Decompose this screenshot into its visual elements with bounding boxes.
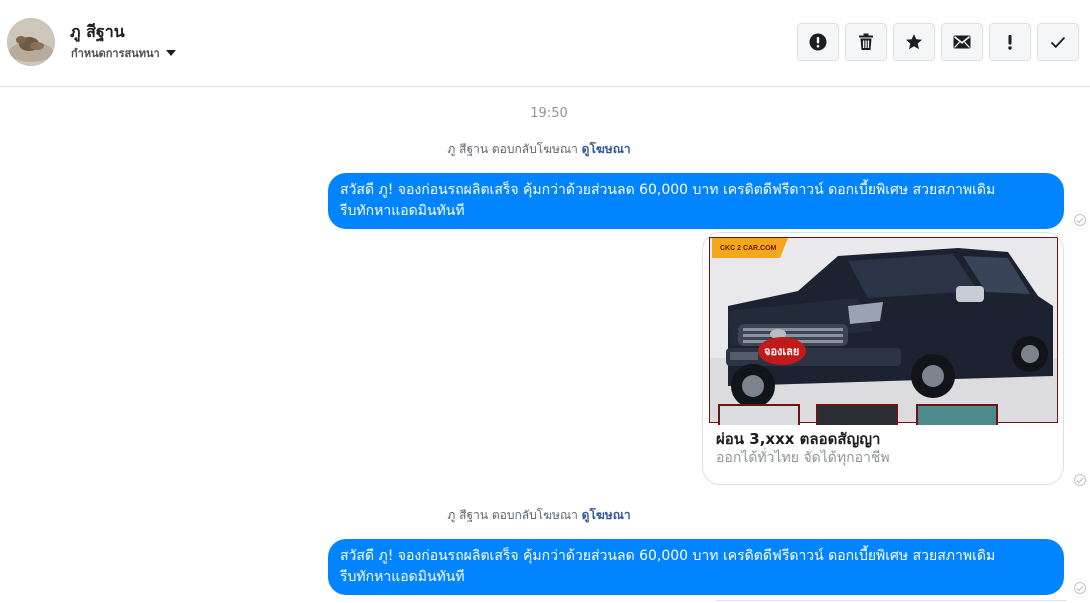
message-text: สวัสดี ภู! จองก่อนรถผลิตเสร็จ คุ้มกว่าด้… <box>340 182 996 219</box>
star-icon <box>906 34 922 50</box>
message-text: สวัสดี ภู! จองก่อนรถผลิตเสร็จ คุ้มกว่าด้… <box>340 548 996 585</box>
mark-done-button[interactable] <box>1037 23 1079 61</box>
ad-subtitle: ออกได้ทั่วไทย จัดได้ทุกอาชีพ <box>716 450 890 466</box>
envelope-icon <box>953 35 971 49</box>
view-ad-link[interactable]: ดูโฆษณา <box>582 508 631 522</box>
mark-important-button[interactable] <box>989 23 1031 61</box>
exclamation-icon <box>1008 35 1012 50</box>
mark-unread-button[interactable] <box>941 23 983 61</box>
report-spam-button[interactable] <box>797 23 839 61</box>
seen-check-icon <box>1074 474 1086 486</box>
caret-down-icon <box>165 50 176 56</box>
conversation-settings-label: กำหนดการสนทนา <box>71 47 160 60</box>
ad-image[interactable]: CKC 2 CAR.COM จองเลย <box>708 236 1059 425</box>
seen-check-icon <box>1074 582 1086 594</box>
conversation-toolbar <box>797 23 1079 61</box>
message-timestamp: 19:50 <box>530 106 568 121</box>
ad-reply-note: ภู สีฐาน ตอบกลับโฆษณา ดูโฆษณา <box>0 140 1078 159</box>
ad-card[interactable]: CKC 2 CAR.COM จองเลย ผ่อน 3,xxx ตลอดสัญญ… <box>702 232 1064 485</box>
message-bubble[interactable]: สวัสดี ภู! จองก่อนรถผลิตเสร็จ คุ้มกว่าด้… <box>328 539 1064 595</box>
conversation-header: ภู สีฐาน กำหนดการสนทนา <box>0 0 1090 87</box>
ad-reply-text: ภู สีฐาน ตอบกลับโฆษณา <box>447 508 578 522</box>
message-bubble[interactable]: สวัสดี ภู! จองก่อนรถผลิตเสร็จ คุ้มกว่าด้… <box>328 173 1064 229</box>
checkmark-icon <box>1050 36 1066 49</box>
seen-check-icon <box>1074 214 1086 226</box>
ad-logo-text: CKC 2 CAR.COM <box>720 245 777 252</box>
delete-button[interactable] <box>845 23 887 61</box>
contact-name[interactable]: ภู สีฐาน <box>70 20 125 45</box>
star-button[interactable] <box>893 23 935 61</box>
alert-circle-icon <box>809 33 827 51</box>
view-ad-link[interactable]: ดูโฆษณา <box>582 142 631 156</box>
avatar[interactable] <box>7 18 55 66</box>
conversation-settings-dropdown[interactable]: กำหนดการสนทนา <box>71 44 176 62</box>
ad-reply-text: ภู สีฐาน ตอบกลับโฆษณา <box>447 142 578 156</box>
trash-icon <box>859 33 873 50</box>
ad-reply-note: ภู สีฐาน ตอบกลับโฆษณา ดูโฆษณา <box>0 506 1078 525</box>
ad-badge-text: จองเลย <box>764 345 799 358</box>
